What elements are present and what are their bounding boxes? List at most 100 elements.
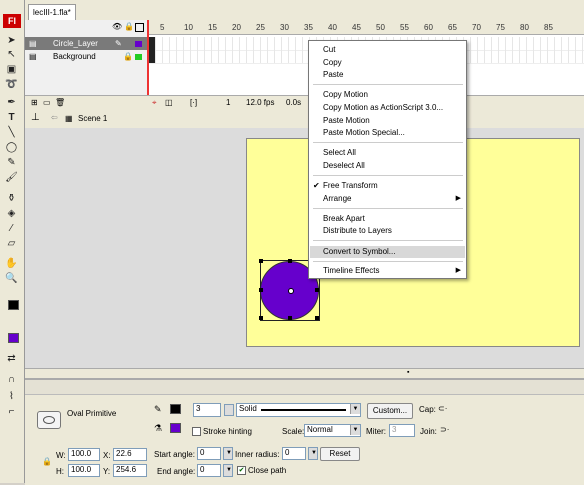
layer-row-circle[interactable]: ▤ Circle_Layer ✎: [25, 37, 148, 50]
stroke-style-select[interactable]: Solid ▼: [236, 403, 361, 417]
subselection-tool-icon[interactable]: ↖: [4, 48, 19, 61]
line-tool-icon[interactable]: ╲: [4, 126, 19, 139]
end-angle-label: End angle:: [157, 467, 196, 476]
delete-layer-icon[interactable]: 🗑: [55, 98, 65, 107]
start-angle-value: 0: [200, 448, 205, 457]
fill-color-icon[interactable]: [8, 333, 19, 343]
height-input[interactable]: 100.0: [68, 464, 100, 477]
keyframe[interactable]: [148, 37, 155, 63]
end-angle-dropdown[interactable]: ▼: [223, 464, 233, 477]
stroke-hinting-checkbox[interactable]: [192, 427, 201, 436]
center-frame-icon[interactable]: ⌖: [152, 98, 157, 108]
transform-center-point[interactable]: [288, 288, 294, 294]
reset-button[interactable]: Reset: [320, 447, 360, 461]
y-input[interactable]: 254.6: [113, 464, 147, 477]
menu-separator: [313, 175, 463, 176]
menu-item-free-transform[interactable]: ✔ Free Transform: [310, 180, 465, 192]
menu-item-convert-to-symbol[interactable]: Convert to Symbol...: [310, 246, 465, 258]
join-style-icon[interactable]: ⊃·: [440, 425, 449, 434]
frame-number: 15: [208, 23, 217, 32]
miter-input[interactable]: 3: [389, 424, 415, 437]
edit-markers-icon[interactable]: [·]: [190, 98, 197, 107]
resize-handle[interactable]: [288, 259, 292, 263]
menu-item-copy-motion-as3[interactable]: Copy Motion as ActionScript 3.0...: [310, 102, 465, 114]
menu-item-paste[interactable]: Paste: [310, 69, 465, 81]
close-path-checkbox[interactable]: ✔: [237, 466, 246, 475]
scale-select[interactable]: Normal ▼: [304, 424, 361, 437]
menu-item-timeline-effects[interactable]: Timeline Effects ▶: [310, 265, 465, 277]
width-input[interactable]: 100.0: [68, 448, 100, 461]
frame-number: 85: [544, 23, 553, 32]
insert-layer-icon[interactable]: ⊞: [31, 98, 38, 107]
resize-handle[interactable]: [315, 288, 319, 292]
chevron-down-icon: ▼: [350, 404, 360, 414]
start-angle-input[interactable]: 0: [197, 447, 221, 460]
eraser-tool-icon[interactable]: ▱: [4, 237, 19, 250]
free-transform-tool-icon[interactable]: ▣: [4, 63, 19, 76]
onion-skin-icon[interactable]: ◫: [165, 98, 173, 107]
fill-color-swatch[interactable]: [170, 423, 181, 433]
menu-item-select-all[interactable]: Select All: [310, 147, 465, 159]
oval-tool-icon[interactable]: ◯: [4, 141, 19, 154]
menu-item-deselect-all[interactable]: Deselect All: [310, 160, 465, 172]
hand-tool-icon[interactable]: ✋: [4, 257, 19, 270]
end-angle-input[interactable]: 0: [197, 464, 221, 477]
timeline-toggle-icon[interactable]: ⊥: [31, 112, 40, 123]
lock-aspect-icon[interactable]: 🔒: [42, 457, 52, 466]
back-arrow-icon[interactable]: ⇦: [51, 113, 58, 122]
menu-item-break-apart[interactable]: Break Apart: [310, 213, 465, 225]
start-angle-dropdown[interactable]: ▼: [223, 447, 233, 460]
resize-handle[interactable]: [259, 259, 263, 263]
ink-bottle-tool-icon[interactable]: ⚱: [4, 192, 19, 205]
brush-tool-icon[interactable]: 🖌: [4, 171, 19, 184]
menu-item-paste-motion[interactable]: Paste Motion: [310, 115, 465, 127]
selection-tool-icon[interactable]: ➤: [4, 34, 19, 47]
menu-item-arrange[interactable]: Arrange ▶: [310, 193, 465, 205]
timeline-status-bar: ⊞ ▭ 🗑 ⌖ ◫ [·] 1 12.0 fps 0.0s: [25, 95, 584, 110]
scale-label: Scale:: [282, 427, 305, 436]
scene-label[interactable]: Scene 1: [78, 114, 107, 123]
resize-handle[interactable]: [259, 288, 263, 292]
swap-colors-icon[interactable]: ⇄: [4, 352, 19, 365]
eyedropper-tool-icon[interactable]: ⁄: [4, 222, 19, 235]
stroke-height-stepper[interactable]: [224, 404, 234, 416]
x-input[interactable]: 22.6: [113, 448, 147, 461]
smooth-option-icon[interactable]: ⌇: [4, 390, 19, 403]
zoom-tool-icon[interactable]: 🔍: [4, 272, 19, 285]
paint-bucket-tool-icon[interactable]: ◈: [4, 207, 19, 220]
stroke-height-input[interactable]: 3: [193, 403, 221, 417]
layer-row-background[interactable]: ▤ Background 🔒: [25, 50, 148, 63]
menu-item-copy-motion[interactable]: Copy Motion: [310, 89, 465, 101]
frame-number: 25: [256, 23, 265, 32]
resize-handle[interactable]: [288, 316, 292, 320]
cap-style-icon[interactable]: ⊂·: [438, 404, 447, 413]
inner-radius-input[interactable]: 0: [282, 447, 306, 460]
menu-item-distribute-to-layers[interactable]: Distribute to Layers: [310, 225, 465, 237]
stroke-color-swatch[interactable]: [170, 404, 181, 414]
frame-number: 20: [232, 23, 241, 32]
menu-item-cut[interactable]: Cut: [310, 44, 465, 56]
custom-button[interactable]: Custom...: [367, 403, 413, 419]
resize-handle[interactable]: [259, 316, 263, 320]
snap-magnet-icon[interactable]: ∩: [4, 373, 19, 386]
x-value: 22.6: [116, 449, 132, 458]
document-tab[interactable]: lecIII-1.fla*: [28, 4, 76, 20]
insert-folder-icon[interactable]: ▭: [43, 98, 51, 107]
pen-tool-icon[interactable]: ✒: [4, 96, 19, 109]
straighten-option-icon[interactable]: ⌐: [4, 405, 19, 418]
eye-icon[interactable]: 👁: [112, 22, 122, 31]
menu-item-copy[interactable]: Copy: [310, 57, 465, 69]
stroke-color-icon[interactable]: [8, 300, 19, 310]
frame-rate: 12.0 fps: [246, 98, 275, 107]
outline-icon[interactable]: [135, 23, 144, 32]
pencil-tool-icon[interactable]: ✎: [4, 156, 19, 169]
resize-handle[interactable]: [315, 316, 319, 320]
menu-item-label: Cut: [323, 45, 336, 54]
pencil-icon: ✎: [115, 39, 122, 48]
lock-icon[interactable]: 🔒: [124, 22, 134, 31]
inner-radius-dropdown[interactable]: ▼: [308, 447, 318, 460]
text-tool-icon[interactable]: T: [4, 111, 19, 124]
menu-item-paste-motion-special[interactable]: Paste Motion Special...: [310, 127, 465, 139]
lasso-tool-icon[interactable]: ➰: [4, 78, 19, 91]
scroll-thumb-icon[interactable]: ▪: [407, 369, 409, 376]
